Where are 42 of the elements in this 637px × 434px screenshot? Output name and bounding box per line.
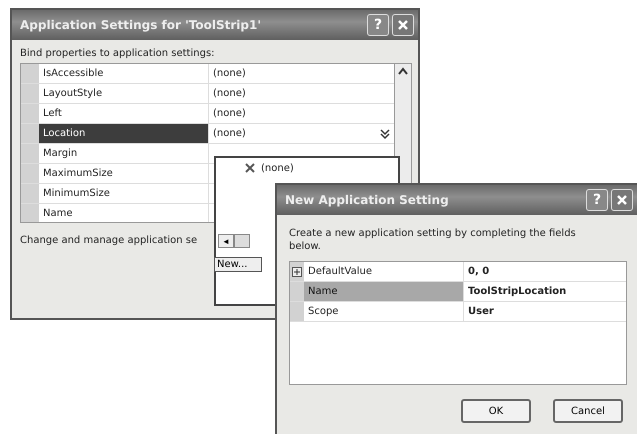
property-name: Location <box>43 128 86 139</box>
property-row[interactable]: IsAccessible (none) <box>21 64 394 84</box>
property-value: (none) <box>213 88 246 99</box>
property-name: MaximumSize <box>43 168 113 179</box>
scroll-left-button[interactable]: ◄ <box>218 234 234 248</box>
dialog-button[interactable]: Cancel <box>553 399 623 423</box>
cross-icon <box>244 162 256 174</box>
property-name: Name <box>43 208 73 219</box>
property-value: (none) <box>213 68 246 79</box>
status-text: Change and manage application se <box>20 235 198 246</box>
scroll-thumb[interactable] <box>234 234 250 248</box>
close-icon[interactable] <box>616 194 628 206</box>
close-button[interactable] <box>611 189 633 211</box>
property-name: MinimumSize <box>43 188 110 199</box>
property-row[interactable]: LayoutStyle (none) <box>21 84 394 104</box>
field-value: 0, 0 <box>468 266 490 277</box>
property-value: (none) <box>213 108 246 119</box>
field-name: Scope <box>308 306 338 317</box>
close-button[interactable] <box>392 14 414 36</box>
help-button[interactable]: ? <box>586 189 608 211</box>
property-row[interactable]: Location (none) <box>21 124 394 144</box>
property-name: Margin <box>43 148 78 159</box>
field-value: ToolStripLocation <box>468 286 566 297</box>
dropdown-arrow-icon[interactable] <box>380 128 390 140</box>
property-name: IsAccessible <box>43 68 104 79</box>
property-name: Left <box>43 108 62 119</box>
field-name: Name <box>308 286 338 297</box>
close-icon[interactable] <box>397 19 409 31</box>
description-text: Create a new application setting by completing the fields below. <box>289 227 577 253</box>
dialog-button[interactable]: OK <box>461 399 531 423</box>
help-button[interactable]: ? <box>367 14 389 36</box>
expand-icon[interactable] <box>292 266 302 276</box>
field-name: DefaultValue <box>308 266 372 277</box>
window-title: Application Settings for 'ToolStrip1' <box>20 18 262 32</box>
scroll-up-icon[interactable] <box>398 67 408 75</box>
new-button[interactable]: New... <box>214 257 262 272</box>
property-name: LayoutStyle <box>43 88 102 99</box>
property-value: (none) <box>213 128 246 139</box>
prompt-label: Bind properties to application settings: <box>20 48 216 59</box>
field-row[interactable]: Name ToolStripLocation <box>290 282 626 302</box>
field-row[interactable]: Scope User <box>290 302 626 322</box>
field-value: User <box>468 306 494 317</box>
